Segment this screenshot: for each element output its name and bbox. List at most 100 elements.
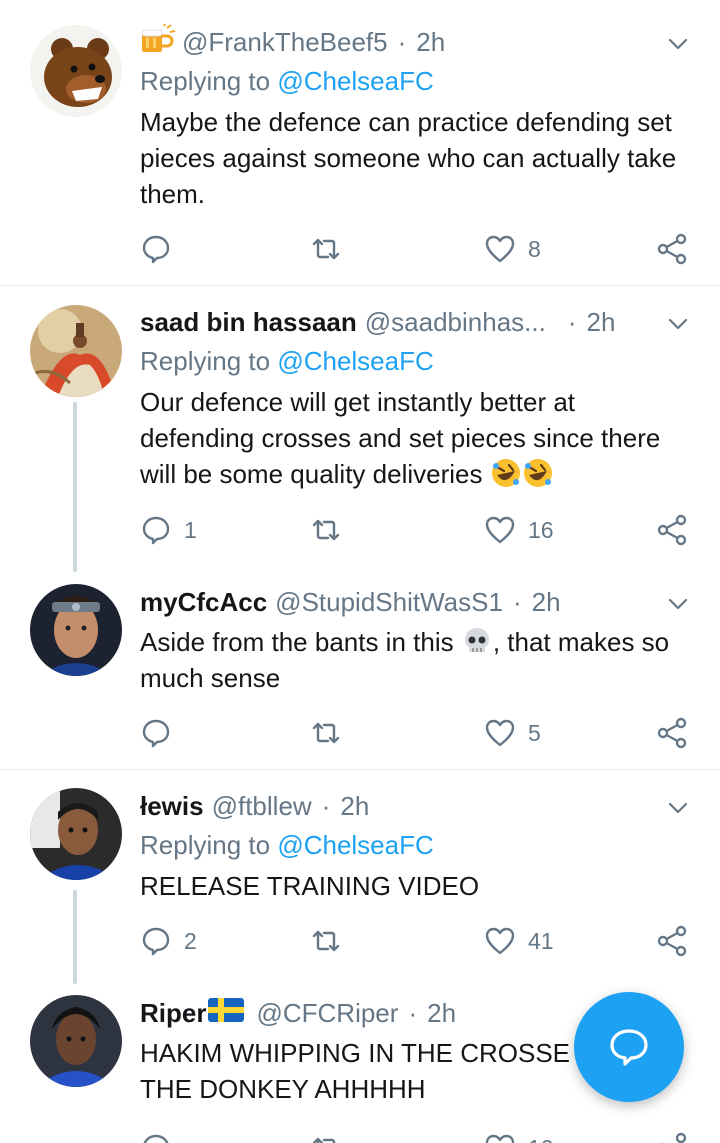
like-count: 10 <box>528 1135 554 1143</box>
reply-icon <box>142 235 170 264</box>
share-icon <box>657 925 687 957</box>
like-count: 16 <box>528 516 554 543</box>
replying-to: Replying to @ChelseaFC <box>140 66 434 97</box>
reply-icon <box>142 516 170 545</box>
avatar[interactable] <box>30 305 122 397</box>
tweet-actions: 5 <box>0 713 720 753</box>
replying-to: Replying to @ChelseaFC <box>140 830 434 861</box>
share-button[interactable] <box>656 921 688 961</box>
user-handle[interactable]: @StupidShitWasS1 <box>275 587 503 618</box>
reply-icon <box>142 927 170 956</box>
tweet-header: @FrankTheBeef5 · 2h <box>140 22 690 62</box>
retweet-icon <box>312 930 340 952</box>
retweet-button[interactable] <box>310 1128 342 1143</box>
replying-to: Replying to @ChelseaFC <box>140 346 434 377</box>
timestamp[interactable]: 2h <box>340 791 369 822</box>
avatar[interactable] <box>30 995 122 1087</box>
replying-prefix: Replying to <box>140 830 271 860</box>
heart-icon <box>485 1134 515 1143</box>
retweet-button[interactable] <box>310 229 354 269</box>
like-button[interactable]: 10 <box>484 1128 554 1143</box>
separator-dot: · <box>512 586 522 617</box>
like-button[interactable]: 5 <box>484 713 541 753</box>
avatar[interactable] <box>30 584 122 676</box>
tweet-actions: 2 41 <box>0 921 720 961</box>
tweet-text: HAKIM WHIPPING IN THE CROSSE THE DONKEY … <box>140 1038 571 1104</box>
like-count: 8 <box>528 235 541 262</box>
divider <box>0 769 720 770</box>
divider <box>0 285 720 286</box>
tweet-header: myCfcAcc @StupidShitWasS1 · 2h <box>140 582 690 622</box>
mention-link[interactable]: @ChelseaFC <box>277 66 433 96</box>
reply-button[interactable]: 1 <box>140 510 197 550</box>
tweet-text: Our defence will get instantly better at… <box>140 384 680 492</box>
share-button[interactable] <box>656 1128 688 1143</box>
share-button[interactable] <box>656 510 688 550</box>
timestamp[interactable]: 2h <box>416 27 445 58</box>
chevron-down-icon[interactable] <box>666 592 690 616</box>
user-handle[interactable]: @saadbinhas... <box>365 307 546 338</box>
like-count: 41 <box>528 927 554 954</box>
tweet-text-before: Aside from the bants in this <box>140 627 454 657</box>
like-count: 5 <box>528 719 541 746</box>
share-icon <box>657 233 687 265</box>
tweet-header: łewis @ftbllew · 2h <box>140 786 690 826</box>
retweet-icon <box>312 238 340 260</box>
skull-emoji <box>464 628 489 652</box>
retweet-button[interactable] <box>310 713 354 753</box>
heart-icon <box>485 927 515 955</box>
avatar[interactable] <box>30 788 122 880</box>
display-name[interactable]: myCfcAcc <box>140 587 267 618</box>
timestamp[interactable]: 2h <box>532 587 561 618</box>
tweet-actions: 8 <box>0 229 720 269</box>
chevron-down-icon[interactable] <box>666 32 690 56</box>
user-handle[interactable]: @FrankTheBeef5 <box>182 27 388 58</box>
replying-prefix: Replying to <box>140 346 271 376</box>
share-icon <box>657 717 687 749</box>
timestamp[interactable]: 2h <box>587 307 616 338</box>
like-button[interactable]: 16 <box>484 510 554 550</box>
separator-dot: · <box>408 997 418 1028</box>
separator-dot: · <box>567 306 577 337</box>
retweet-icon <box>312 722 340 744</box>
retweet-button[interactable] <box>310 510 354 550</box>
share-button[interactable] <box>656 229 688 269</box>
mention-link[interactable]: @ChelseaFC <box>277 346 433 376</box>
heart-icon <box>485 719 515 747</box>
reply-button[interactable]: 2 <box>140 921 197 961</box>
reply-button[interactable] <box>140 1128 172 1143</box>
tweet-text: Maybe the defence can practice defending… <box>140 107 677 209</box>
tweet-text: Aside from the bants in this , that make… <box>140 624 684 696</box>
display-name[interactable]: łewis <box>140 791 204 822</box>
share-icon <box>657 514 687 546</box>
retweet-button[interactable] <box>310 921 354 961</box>
avatar[interactable] <box>30 25 122 117</box>
share-button[interactable] <box>656 713 688 753</box>
user-handle[interactable]: @CFCRiper <box>256 998 398 1029</box>
reply-count: 1 <box>184 516 197 543</box>
mention-link[interactable]: @ChelseaFC <box>277 830 433 860</box>
like-button[interactable]: 41 <box>484 921 554 961</box>
heart-icon <box>485 516 515 544</box>
like-button[interactable]: 8 <box>484 229 541 269</box>
timestamp[interactable]: 2h <box>427 998 456 1029</box>
display-name[interactable]: Riper <box>140 998 206 1029</box>
rolling-on-floor-laughing-emoji <box>490 459 554 489</box>
tweet-header: saad bin hassaan @saadbinhas... · 2h <box>140 302 690 342</box>
reply-icon <box>142 719 170 748</box>
reply-icon <box>143 1134 169 1143</box>
user-handle[interactable]: @ftbllew <box>212 791 312 822</box>
compose-reply-button[interactable] <box>574 992 684 1102</box>
reply-button[interactable] <box>140 713 184 753</box>
tweet-actions: 10 <box>0 1128 720 1143</box>
heart-icon <box>485 235 515 263</box>
retweet-icon <box>312 519 340 541</box>
display-name[interactable]: saad bin hassaan <box>140 307 357 338</box>
tweet-text: RELEASE TRAINING VIDEO <box>140 871 480 901</box>
chevron-down-icon[interactable] <box>666 796 690 820</box>
separator-dot: · <box>321 790 331 821</box>
retweet-icon <box>312 1137 336 1143</box>
replying-prefix: Replying to <box>140 66 271 96</box>
reply-button[interactable] <box>140 229 184 269</box>
chevron-down-icon[interactable] <box>666 312 690 336</box>
